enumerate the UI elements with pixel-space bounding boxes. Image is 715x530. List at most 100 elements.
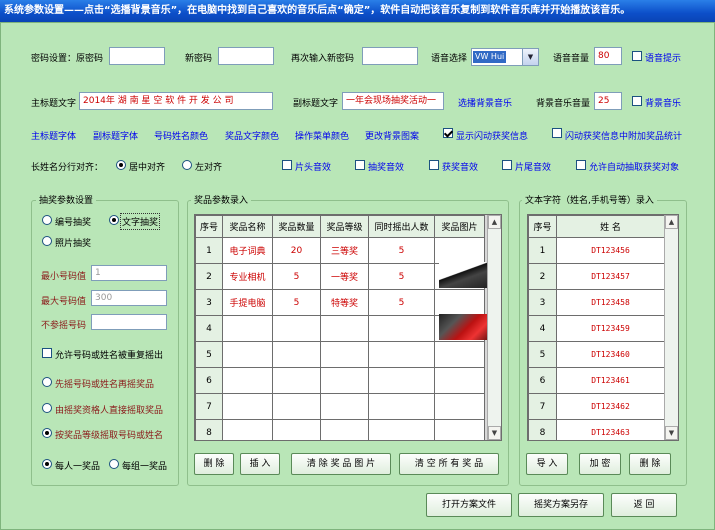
number-name-color-link[interactable]: 号码姓名颜色 (154, 129, 208, 142)
prize-qty-cell[interactable]: 5 (272, 289, 321, 316)
center-align-label[interactable]: 居中对齐 (129, 160, 165, 173)
name-cell[interactable]: DT123461 (556, 367, 665, 394)
bg-volume-input[interactable]: 25 (594, 92, 622, 110)
prize-name-cell[interactable]: 电子词典 (222, 237, 273, 264)
change-background-link[interactable]: 更改背景图案 (365, 129, 419, 142)
prize-image-cell[interactable] (434, 341, 485, 368)
table-row[interactable]: 3 手提电脑 5 特等奖 5 (195, 289, 485, 316)
show-winner-checkbox[interactable] (443, 128, 453, 138)
intro-sound-checkbox[interactable] (282, 160, 292, 170)
prize-name-cell[interactable]: 手提电脑 (222, 289, 273, 316)
menu-color-link[interactable]: 操作菜单颜色 (295, 129, 349, 142)
names-table-scrollbar[interactable]: ▲ ▼ (664, 215, 678, 440)
photo-mode-radio[interactable] (42, 236, 52, 246)
old-password-input[interactable] (109, 47, 165, 65)
table-row[interactable]: 6 DT123461 (528, 367, 665, 394)
name-cell[interactable]: DT123456 (556, 237, 665, 264)
main-title-input[interactable]: 2014年 湖 南 星 空 软 件 开 发 公 司 (79, 92, 273, 110)
encrypt-names-button[interactable]: 加 密 (579, 453, 621, 475)
draw-sound-label[interactable]: 抽奖音效 (368, 160, 404, 173)
prize-count-cell[interactable]: 5 (368, 289, 435, 316)
draw-order-radio-3[interactable] (42, 428, 52, 438)
delete-names-button[interactable]: 删 除 (629, 453, 671, 475)
allow-repeat-checkbox[interactable] (42, 348, 52, 358)
max-number-input[interactable]: 300 (91, 290, 167, 306)
prize-qty-cell[interactable]: 5 (272, 263, 321, 290)
table-row[interactable]: 1 电子词典 20 三等奖 5 (195, 237, 485, 264)
prize-qty-cell[interactable] (272, 341, 321, 368)
sub-title-input[interactable]: 一年会现场抽奖活动一 (342, 92, 444, 110)
draw-order-label-1[interactable]: 先摇号码或姓名再摇奖品 (55, 377, 154, 390)
auto-pick-label[interactable]: 允许自动抽取获奖对象 (589, 160, 679, 173)
win-sound-checkbox[interactable] (429, 160, 439, 170)
per-group-radio[interactable] (109, 459, 119, 469)
sub-title-font-link[interactable]: 副标题字体 (93, 129, 138, 142)
scroll-up-icon[interactable]: ▲ (665, 215, 678, 229)
select-bg-music-link[interactable]: 选播背景音乐 (458, 96, 512, 109)
draw-order-radio-2[interactable] (42, 403, 52, 413)
auto-pick-checkbox[interactable] (576, 160, 586, 170)
prize-table-scrollbar[interactable]: ▲ ▼ (487, 215, 501, 440)
prize-name-cell[interactable] (222, 315, 273, 342)
draw-order-label-3[interactable]: 按奖品等级摇取号码或姓名 (55, 428, 163, 441)
clear-all-prizes-button[interactable]: 清 空 所 有 奖 品 (399, 453, 499, 475)
min-number-input[interactable]: 1 (91, 265, 167, 281)
table-row[interactable]: 7 DT123462 (528, 393, 665, 420)
prize-level-cell[interactable]: 特等奖 (320, 289, 369, 316)
bg-music-label[interactable]: 背景音乐 (645, 96, 681, 109)
prize-count-cell[interactable] (368, 393, 435, 420)
per-person-label[interactable]: 每人一奖品 (55, 459, 100, 472)
prize-name-cell[interactable]: 专业相机 (222, 263, 273, 290)
main-title-font-link[interactable]: 主标题字体 (31, 129, 76, 142)
prize-level-cell[interactable] (320, 393, 369, 420)
save-plan-as-button[interactable]: 摇奖方案另存 (518, 493, 604, 517)
draw-order-label-2[interactable]: 由摇奖资格人直接摇取奖品 (55, 403, 163, 416)
prize-delete-button[interactable]: 删 除 (194, 453, 234, 475)
text-mode-label[interactable]: 文字抽奖 (120, 213, 161, 230)
import-names-button[interactable]: 导 入 (526, 453, 568, 475)
prize-level-cell[interactable]: 三等奖 (320, 237, 369, 264)
scroll-down-icon[interactable]: ▼ (488, 426, 501, 440)
prize-insert-button[interactable]: 插 入 (240, 453, 280, 475)
left-align-radio[interactable] (182, 160, 192, 170)
bg-music-checkbox[interactable] (632, 96, 642, 106)
prize-level-cell[interactable] (320, 367, 369, 394)
win-sound-label[interactable]: 获奖音效 (442, 160, 478, 173)
table-row[interactable]: 6 (195, 367, 485, 394)
prize-count-cell[interactable] (368, 315, 435, 342)
prize-count-cell[interactable] (368, 341, 435, 368)
table-row[interactable]: 8 DT123463 (528, 419, 665, 440)
open-plan-button[interactable]: 打开方案文件 (426, 493, 512, 517)
draw-order-radio-1[interactable] (42, 377, 52, 387)
prize-qty-cell[interactable] (272, 419, 321, 440)
name-cell[interactable]: DT123462 (556, 393, 665, 420)
prize-count-cell[interactable]: 5 (368, 237, 435, 264)
prize-image-cell[interactable] (434, 419, 485, 440)
table-row[interactable]: 8 (195, 419, 485, 440)
table-row[interactable]: 3 DT123458 (528, 289, 665, 316)
prize-image-cell[interactable] (434, 237, 485, 264)
confirm-password-input[interactable] (362, 47, 418, 65)
name-cell[interactable]: DT123459 (556, 315, 665, 342)
prize-qty-cell[interactable] (272, 315, 321, 342)
prize-name-cell[interactable] (222, 419, 273, 440)
prize-qty-cell[interactable] (272, 393, 321, 420)
center-align-radio[interactable] (116, 160, 126, 170)
back-button[interactable]: 返 回 (611, 493, 677, 517)
voice-hint-label[interactable]: 语音提示 (645, 51, 681, 64)
per-person-radio[interactable] (42, 459, 52, 469)
prize-name-cell[interactable] (222, 341, 273, 368)
table-row[interactable]: 2 DT123457 (528, 263, 665, 290)
append-stats-checkbox[interactable] (552, 128, 562, 138)
per-group-label[interactable]: 每组一奖品 (122, 459, 167, 472)
table-row[interactable]: 7 (195, 393, 485, 420)
draw-sound-checkbox[interactable] (355, 160, 365, 170)
exclude-number-input[interactable] (91, 314, 167, 330)
table-row[interactable]: 4 DT123459 (528, 315, 665, 342)
voice-select[interactable]: VW Hui ▼ (471, 48, 539, 66)
prize-image-cell[interactable] (434, 289, 485, 316)
new-password-input[interactable] (218, 47, 274, 65)
text-mode-radio[interactable] (109, 215, 119, 225)
chevron-down-icon[interactable]: ▼ (522, 49, 538, 65)
prize-name-cell[interactable] (222, 367, 273, 394)
